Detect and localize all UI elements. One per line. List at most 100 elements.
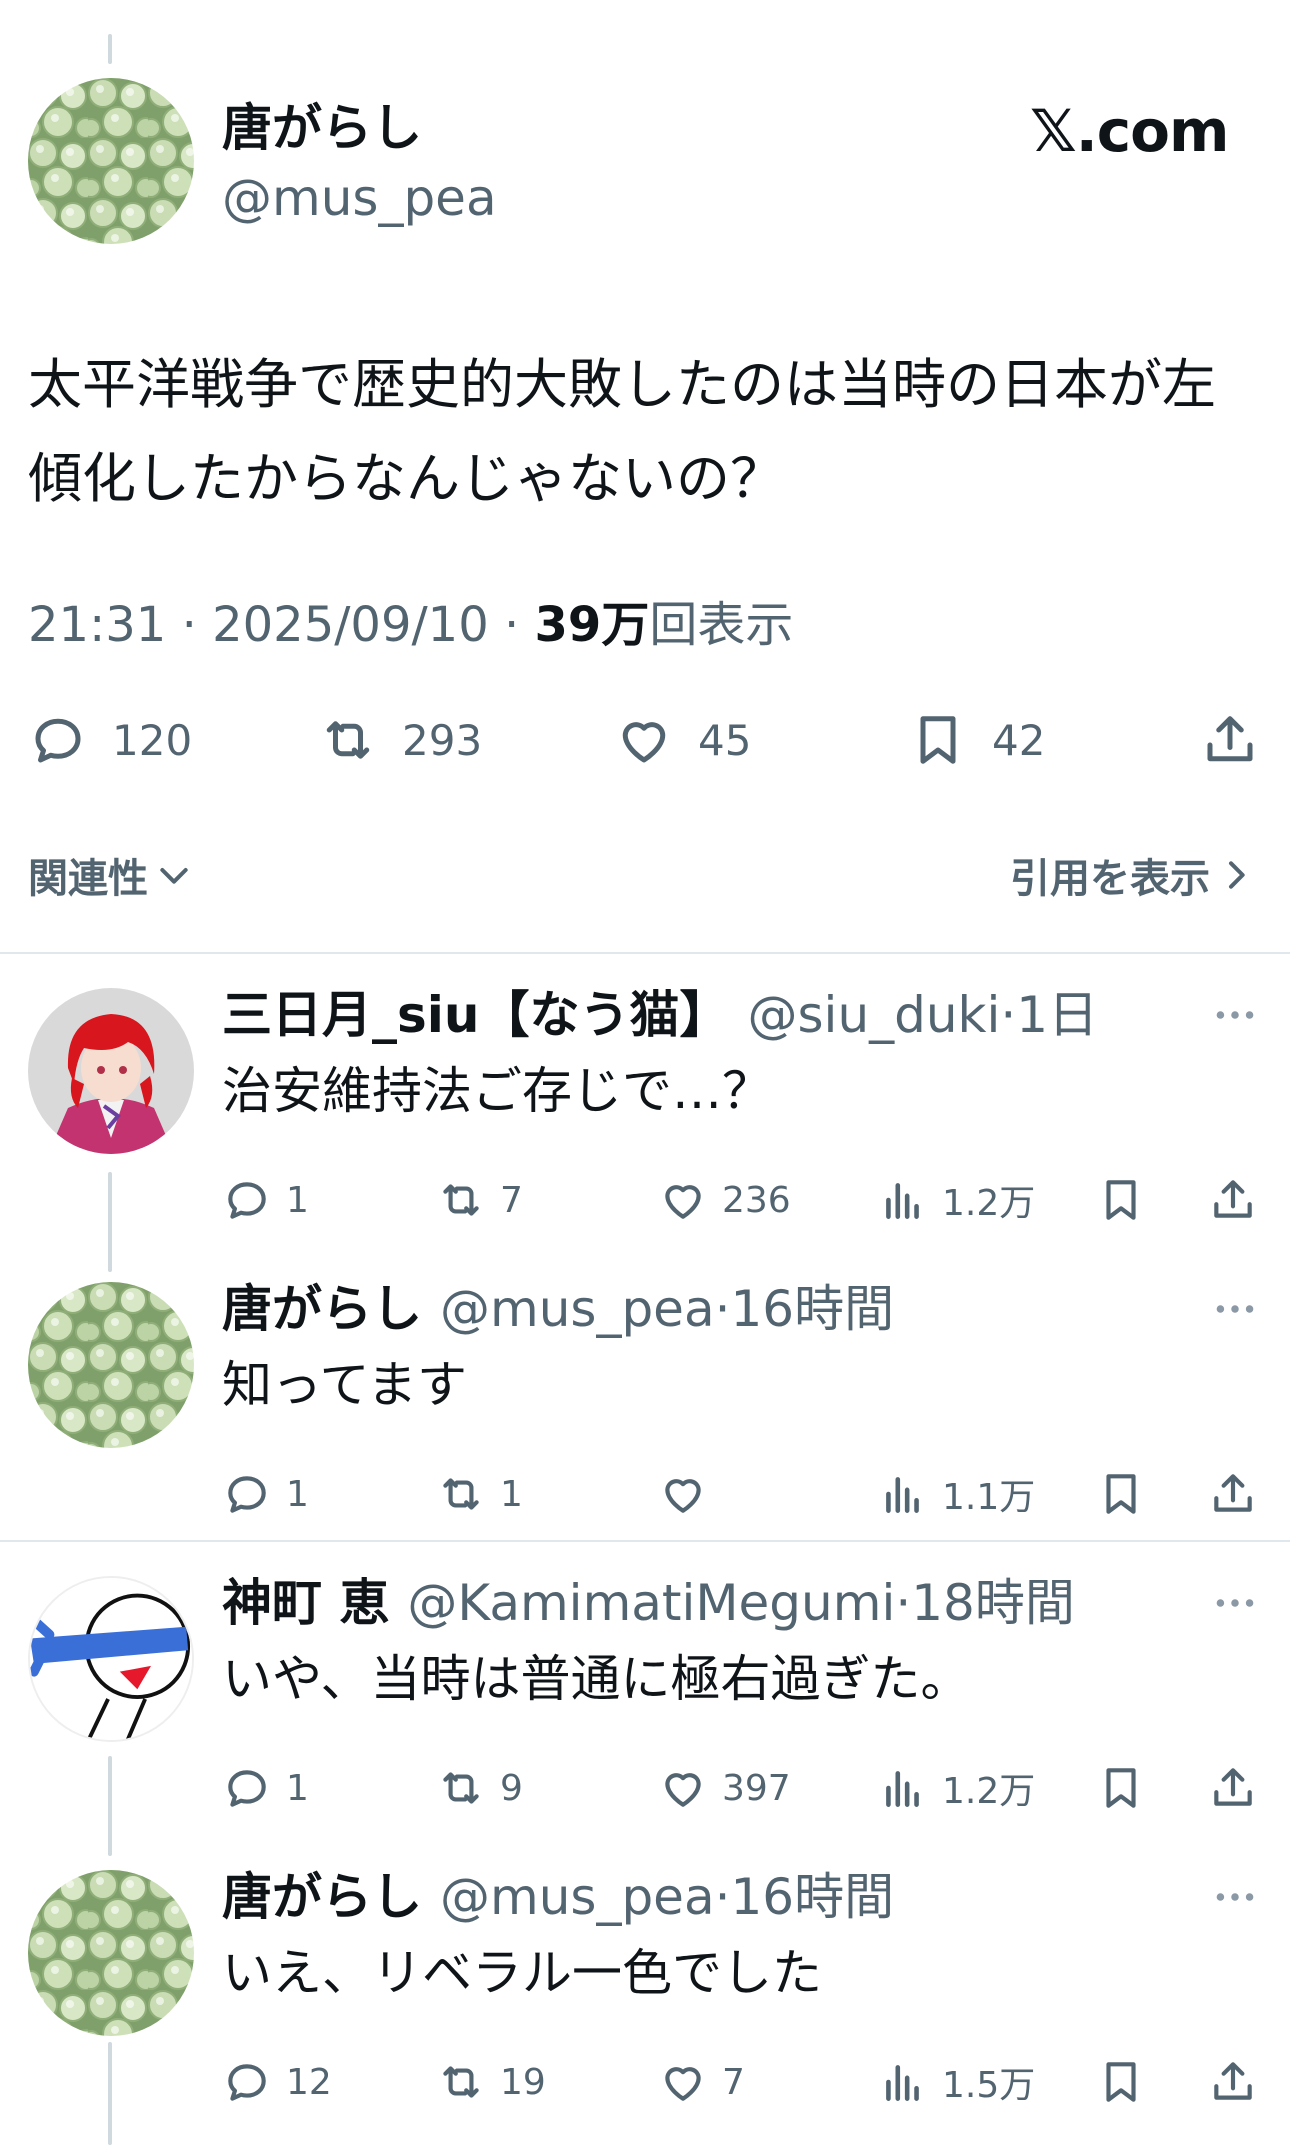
views-button[interactable]: 1.2万 (878, 1758, 1035, 1818)
reply-author-handle[interactable]: @mus_pea·16時間 (440, 1862, 894, 1932)
views-icon (886, 2065, 919, 2101)
tweet-text: 太平洋戦争で歴史的大敗したのは当時の日本が左傾化したからなんじゃないの？ (28, 353, 1216, 510)
author-handle[interactable]: @mus_pea (222, 166, 497, 230)
view-count: 1.5万 (942, 2065, 1036, 2106)
chevron-right-icon (1229, 861, 1245, 889)
avatar[interactable] (28, 1576, 194, 1742)
view-quotes-link[interactable]: 引用を表示 (1010, 846, 1256, 904)
share-button[interactable] (1208, 1464, 1258, 1524)
avatar[interactable] (28, 78, 194, 244)
thread-line-top (108, 34, 112, 64)
retweet-count: 19 (500, 2061, 546, 2103)
tweet-meta: 21:31 · 2025/09/10 · 39万回表示 (28, 590, 793, 660)
reply-text: 治安維持法ご存じで…？ (222, 1062, 772, 1120)
share-button[interactable] (1208, 2052, 1258, 2112)
view-count: 1.2万 (942, 1183, 1036, 1224)
reply-header: 唐がらし @mus_pea·16時間 (222, 1274, 894, 1344)
reply-icon (228, 1770, 266, 1807)
author-name[interactable]: 唐がらし (222, 96, 422, 160)
retweet-button[interactable]: 293 (318, 700, 482, 780)
retweet-button[interactable]: 1 (436, 1464, 523, 1524)
sort-relevance-dropdown[interactable]: 関連性 (28, 846, 194, 904)
bookmark-button[interactable] (1096, 1758, 1146, 1818)
reply-author-name[interactable]: 三日月_siu【なう猫】 (222, 980, 730, 1050)
reply-count: 120 (112, 715, 193, 765)
bookmark-icon (1106, 1474, 1136, 1514)
retweet-button[interactable]: 9 (436, 1758, 523, 1818)
reply-button[interactable]: 12 (222, 2052, 332, 2112)
related-label: 関連性 (28, 856, 148, 902)
bookmark-icon (920, 716, 956, 764)
avatar[interactable] (28, 1282, 194, 1448)
reply-button[interactable]: 1 (222, 1758, 309, 1818)
share-button[interactable] (1200, 700, 1260, 780)
more-icon[interactable] (1210, 1284, 1260, 1334)
more-icon[interactable] (1210, 1578, 1260, 1628)
reply-actions: 1 9 397 1.2万 (0, 1758, 1290, 1818)
retweet-icon (443, 2066, 479, 2098)
more-icon[interactable] (1210, 990, 1260, 1040)
retweet-button[interactable]: 7 (436, 1170, 523, 1230)
bookmark-button[interactable] (1096, 1464, 1146, 1524)
retweet-icon (443, 1478, 479, 1510)
views-button[interactable]: 1.1万 (878, 1464, 1035, 1524)
reply-author-name[interactable]: 唐がらし (222, 1862, 422, 1932)
like-count: 7 (722, 2061, 745, 2103)
like-button[interactable]: 7 (658, 2052, 745, 2112)
like-icon (665, 1773, 701, 1807)
retweet-count: 9 (500, 1767, 523, 1809)
like-count: 45 (698, 715, 752, 765)
reply-author-name[interactable]: 唐がらし (222, 1274, 422, 1344)
reply-actions: 12 19 7 1.5万 (0, 2052, 1290, 2112)
retweet-button[interactable]: 19 (436, 2052, 546, 2112)
like-button[interactable] (658, 1464, 722, 1524)
reply-count: 1 (286, 1179, 309, 1221)
reply-tweet[interactable]: 唐がらし @mus_pea·16時間 知ってます 1 1 1.1万 (0, 1274, 1290, 1518)
like-button[interactable]: 45 (614, 700, 751, 780)
views-button[interactable]: 1.2万 (878, 1170, 1035, 1230)
avatar[interactable] (28, 1870, 194, 2036)
reply-button[interactable]: 1 (222, 1464, 309, 1524)
like-icon (665, 2067, 701, 2101)
share-button[interactable] (1208, 1758, 1258, 1818)
share-icon (1214, 2062, 1252, 2100)
more-icon[interactable] (1210, 1872, 1260, 1922)
reply-header: 三日月_siu【なう猫】 @siu_duki·1日 (222, 980, 1098, 1050)
view-count: 39万 (534, 597, 650, 653)
reply-author-handle[interactable]: @mus_pea·16時間 (440, 1274, 894, 1344)
bookmark-button[interactable] (1096, 2052, 1146, 2112)
reply-header: 唐がらし @mus_pea·16時間 (222, 1862, 894, 1932)
like-icon (665, 1479, 701, 1513)
reply-button[interactable]: 1 (222, 1170, 309, 1230)
reply-icon (228, 2064, 266, 2101)
reply-tweet[interactable]: 唐がらし @mus_pea·16時間 いえ、リベラル一色でした 12 19 7 … (0, 1862, 1290, 2106)
view-count: 1.2万 (942, 1771, 1036, 1812)
views-button[interactable]: 1.5万 (878, 2052, 1035, 2112)
views-icon (886, 1477, 919, 1513)
share-button[interactable] (1208, 1170, 1258, 1230)
divider (0, 952, 1290, 954)
reply-count: 12 (286, 2061, 332, 2103)
reply-button[interactable]: 120 (28, 700, 192, 780)
reply-author-name[interactable]: 神町 恵 (222, 1568, 389, 1638)
like-button[interactable]: 397 (658, 1758, 791, 1818)
tweet-actions: 120 293 45 42 (0, 700, 1290, 780)
reply-icon (228, 1182, 266, 1219)
bookmark-icon (1106, 1768, 1136, 1808)
chevron-down-icon (160, 868, 188, 884)
retweet-icon (443, 1772, 479, 1804)
bookmark-button[interactable]: 42 (908, 700, 1045, 780)
retweet-count: 293 (402, 715, 483, 765)
reply-actions: 1 7 236 1.2万 (0, 1170, 1290, 1230)
like-count: 397 (722, 1767, 791, 1809)
like-icon (622, 722, 666, 763)
reply-tweet[interactable]: 神町 恵 @KamimatiMegumi·18時間 いや、当時は普通に極右過ぎた… (0, 1568, 1290, 1812)
tweet-time[interactable]: 21:31 · 2025/09/10 · (28, 597, 535, 653)
avatar[interactable] (28, 988, 194, 1154)
bookmark-button[interactable] (1096, 1170, 1146, 1230)
reply-author-handle[interactable]: @siu_duki·1日 (748, 980, 1099, 1050)
reply-tweet[interactable]: 三日月_siu【なう猫】 @siu_duki·1日 治安維持法ご存じで…？ 1 … (0, 980, 1290, 1224)
like-button[interactable]: 236 (658, 1170, 791, 1230)
reply-author-handle[interactable]: @KamimatiMegumi·18時間 (407, 1568, 1074, 1638)
share-icon (1214, 1180, 1252, 1218)
